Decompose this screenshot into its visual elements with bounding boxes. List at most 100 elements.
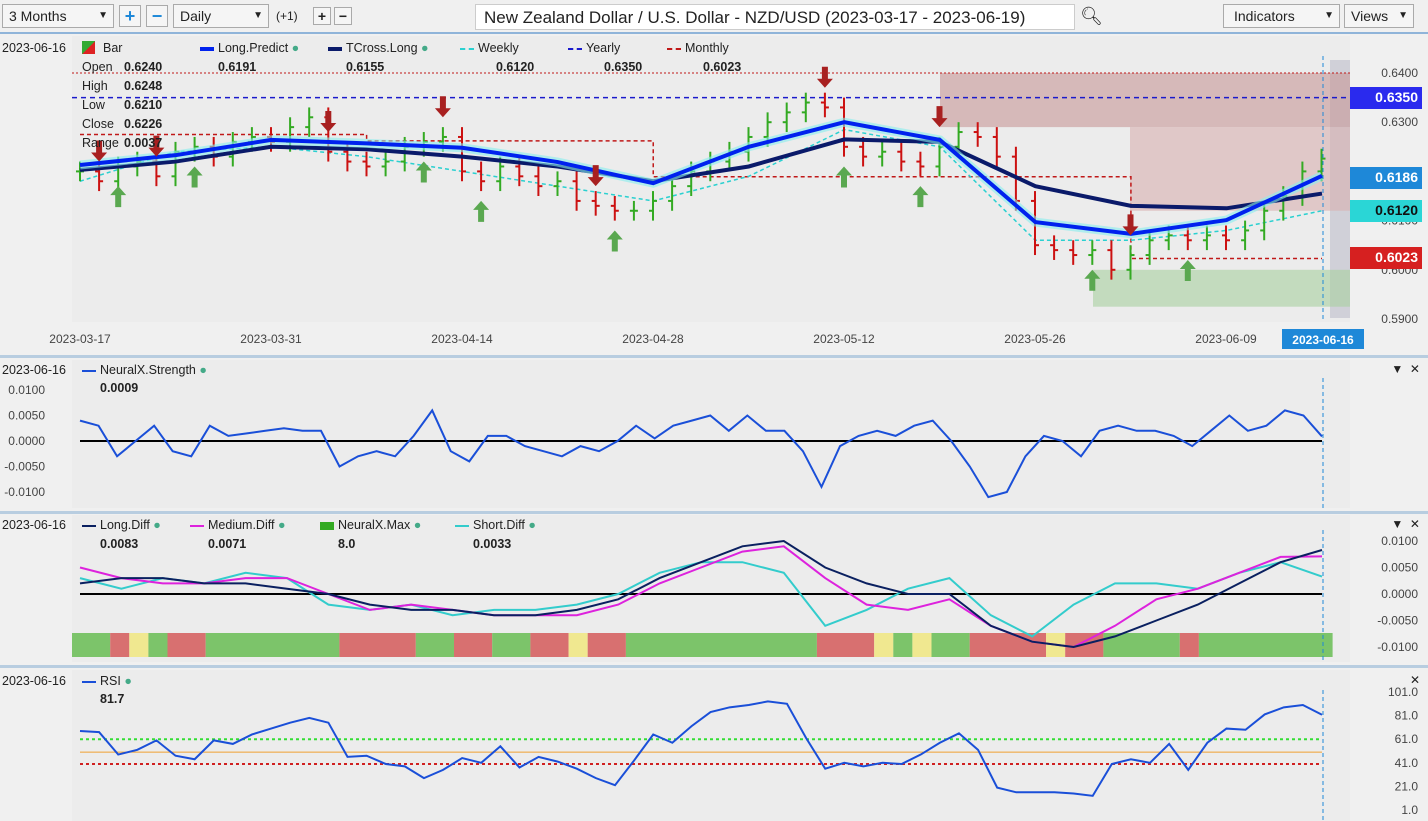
strength-y-tick: 0.0000 xyxy=(8,434,45,448)
ohlc-range-value: 0.0037 xyxy=(124,136,163,150)
date-x-tick: 2023-05-12 xyxy=(813,332,875,346)
neuralx-max-segment xyxy=(205,633,340,657)
rsi-y-tick: 41.0 xyxy=(1395,756,1419,770)
strength-panel-controls[interactable]: ▼ ✕ xyxy=(1391,362,1420,376)
resistance-zone-light xyxy=(1130,127,1350,211)
rsi-panel-controls[interactable]: ✕ xyxy=(1410,673,1420,687)
ohlc-range-label: Range xyxy=(82,136,119,150)
rsi-name: RSI xyxy=(100,674,121,688)
neuralx-max-segment xyxy=(415,633,454,657)
resistance-zone xyxy=(940,73,1350,128)
cursor-date-label: 2023-06-16 xyxy=(1292,333,1354,347)
date-x-tick: 2023-03-31 xyxy=(240,332,302,346)
bar-legend: Bar xyxy=(82,41,122,55)
ohlc-close-value: 0.6226 xyxy=(124,117,163,131)
legend-swatch xyxy=(460,47,474,50)
legend-value: 8.0 xyxy=(338,537,356,551)
neuralx-max-segment xyxy=(874,633,894,657)
diff-y-tick: -0.0050 xyxy=(1377,614,1418,628)
strength-name: NeuralX.Strength xyxy=(100,363,196,377)
legend-swatch xyxy=(328,46,342,51)
diff-legend-item: Medium.Diff ● xyxy=(190,518,286,532)
price-tag: 0.6120 xyxy=(1350,199,1422,222)
bar-icon xyxy=(82,41,95,54)
date-x-tick: 2023-04-14 xyxy=(431,332,493,346)
legend-name: Weekly xyxy=(478,41,519,55)
neuralx-max-segment xyxy=(148,633,168,657)
rsi-y-tick: 101.0 xyxy=(1388,685,1418,699)
legend-swatch xyxy=(190,524,204,527)
neuralx-max-segment xyxy=(931,633,970,657)
legend-name: Long.Predict xyxy=(218,41,289,55)
rsi-legend: RSI ● xyxy=(82,674,132,688)
legend-value: 0.6120 xyxy=(496,60,535,74)
legend-value: 0.0083 xyxy=(100,537,139,551)
legend-name: Medium.Diff xyxy=(208,518,275,532)
neuralx-max-segment xyxy=(587,633,626,657)
neuralx-max-segment xyxy=(492,633,531,657)
legend-value: 0.6023 xyxy=(703,60,742,74)
ohlc-close-label: Close xyxy=(82,117,114,131)
strength-y-tick: -0.0050 xyxy=(4,460,45,474)
legend-value: 0.6191 xyxy=(218,60,257,74)
legend-name: Monthly xyxy=(685,41,729,55)
rsi-value: 81.7 xyxy=(100,692,125,706)
ohlc-high-value: 0.6248 xyxy=(124,79,163,93)
legend-value: 0.6350 xyxy=(604,60,643,74)
diff-legend-item: NeuralX.Max ● xyxy=(320,518,421,532)
legend-name: NeuralX.Max xyxy=(338,518,411,532)
diff-y-tick: 0.0100 xyxy=(1381,534,1418,548)
neuralx-max-segment xyxy=(1198,633,1333,657)
rsi-y-tick: 21.0 xyxy=(1395,779,1419,793)
legend-swatch xyxy=(667,47,681,50)
neuralx-max-segment xyxy=(530,633,569,657)
chart-canvas[interactable]: 0.64000.63000.61000.60000.59002023-03-17… xyxy=(0,0,1428,821)
neuralx-max-segment xyxy=(72,633,111,657)
legend-name: Long.Diff xyxy=(100,518,150,532)
ohlc-high-label: High xyxy=(82,79,108,93)
neuralx-max-segment xyxy=(110,633,130,657)
neuralx-max-segment xyxy=(912,633,932,657)
neuralx-max-segment xyxy=(129,633,149,657)
price-y-tick: 0.5900 xyxy=(1381,312,1418,326)
ohlc-low-value: 0.6210 xyxy=(124,98,163,112)
legend-swatch xyxy=(320,521,334,530)
legend-monthly: Monthly xyxy=(667,41,729,55)
diff-y-tick: 0.0000 xyxy=(1381,587,1418,601)
legend-swatch xyxy=(82,524,96,527)
diff-panel-controls[interactable]: ▼ ✕ xyxy=(1391,517,1420,531)
legend-long-predict: Long.Predict ● xyxy=(200,41,299,55)
strength-y-tick: -0.0100 xyxy=(4,485,45,499)
diff-legend-item: Short.Diff ● xyxy=(455,518,536,532)
panel-divider xyxy=(0,665,1428,668)
price-date: 2023-06-16 xyxy=(2,41,66,55)
price-tag: 0.6350 xyxy=(1350,86,1422,109)
rsi-y-tick: 61.0 xyxy=(1395,732,1419,746)
neuralx-max-segment xyxy=(1179,633,1199,657)
strength-date: 2023-06-16 xyxy=(2,363,66,377)
ohlc-low-label: Low xyxy=(82,98,105,112)
legend-swatch xyxy=(455,524,469,527)
legend-name: Yearly xyxy=(586,41,621,55)
legend-swatch xyxy=(200,46,214,51)
panel-plot-area xyxy=(72,360,1350,508)
panel-divider xyxy=(0,355,1428,358)
neuralx-max-segment xyxy=(339,633,416,657)
legend-name: TCross.Long xyxy=(346,41,418,55)
price-y-tick: 0.6300 xyxy=(1381,115,1418,129)
panel-plot-area xyxy=(72,670,1350,821)
neuralx-max-segment xyxy=(816,633,875,657)
ohlc-open-label: Open xyxy=(82,60,113,74)
neuralx-max-segment xyxy=(454,633,493,657)
price-y-tick: 0.6400 xyxy=(1381,66,1418,80)
bar-label: Bar xyxy=(103,41,123,55)
legend-name: Short.Diff xyxy=(473,518,525,532)
date-x-tick: 2023-05-26 xyxy=(1004,332,1066,346)
price-tag: 0.6186 xyxy=(1350,167,1422,190)
rsi-y-tick: 1.0 xyxy=(1401,803,1418,817)
date-x-tick: 2023-04-28 xyxy=(622,332,684,346)
rsi-date: 2023-06-16 xyxy=(2,674,66,688)
neuralx-max-segment xyxy=(893,633,913,657)
neuralx-max-segment xyxy=(969,633,1047,657)
strength-value: 0.0009 xyxy=(100,381,139,395)
